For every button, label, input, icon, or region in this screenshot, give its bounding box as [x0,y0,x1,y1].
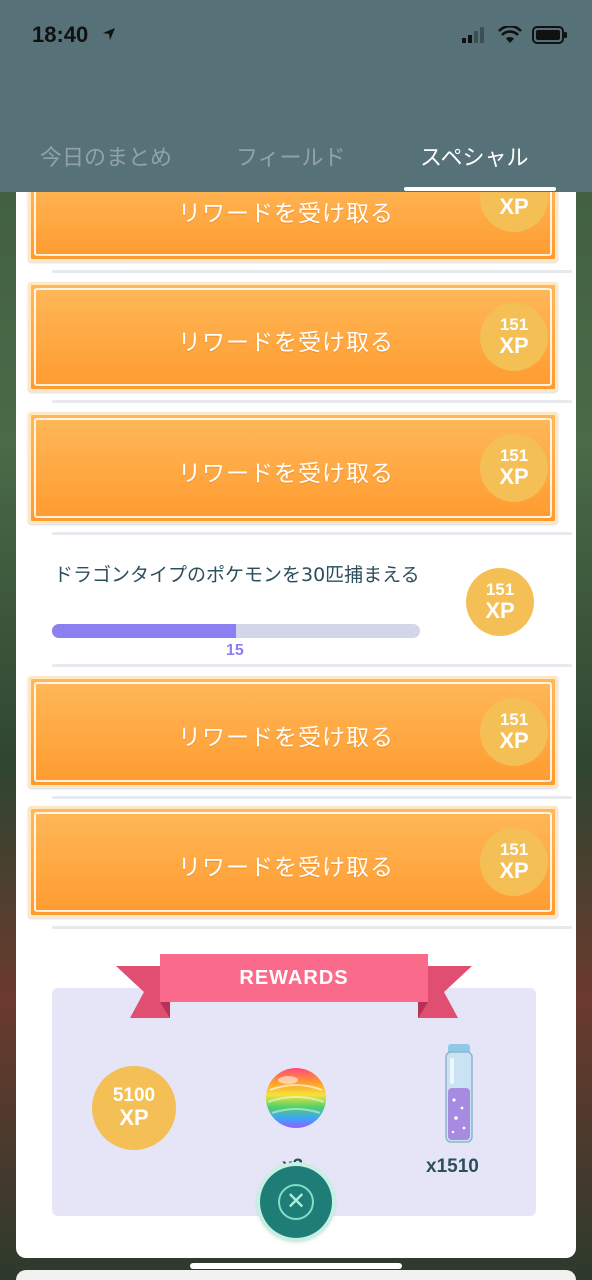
task-progress-fill [52,624,236,638]
xp-badge: 151 XP [480,434,548,502]
divider [52,270,572,273]
claim-reward-label: リワードを受け取る [178,725,394,751]
header [0,72,592,192]
stardust-bottle-icon [445,1044,473,1143]
active-tab-indicator [404,187,556,191]
tab-special[interactable]: スペシャル [420,140,528,172]
claim-reward-button[interactable]: リワードを受け取る 151 XP [28,282,558,392]
divider [52,400,572,403]
task-progress-bar [52,624,420,638]
tab-field[interactable]: フィールド [236,140,346,172]
rainbow-orb-icon [266,1068,326,1128]
close-button[interactable]: ✕ [260,1166,332,1238]
rewards-ribbon: REWARDS [116,952,472,1022]
quest-panel[interactable]: リワードを受け取る 151 XP リワードを受け取る 151 XP リワードを受… [16,192,576,1258]
claim-reward-button[interactable]: リワードを受け取る 151 XP [28,412,558,524]
divider [52,796,572,799]
home-indicator [190,1263,402,1269]
task-progress-value: 15 [226,642,244,659]
claim-reward-button[interactable]: リワードを受け取る 151 XP [28,192,558,262]
task-xp-badge: 151 XP [466,568,534,636]
claim-reward-button[interactable]: リワードを受け取る 151 XP [28,676,558,788]
close-icon: ✕ [278,1184,314,1220]
task-description: ドラゴンタイプのポケモンを30匹捕まえる [54,564,420,586]
location-arrow-icon [103,28,115,40]
divider [52,664,572,667]
rewards-title: REWARDS [160,954,428,1002]
claim-reward-label: リワードを受け取る [178,330,394,356]
signal-icon [462,27,484,43]
next-panel-edge [16,1270,576,1280]
stardust-quantity: x1510 [426,1156,479,1177]
xp-badge: 151 XP [480,303,548,371]
claim-reward-label: リワードを受け取る [178,855,394,881]
reward-xp-badge: 5100 XP [92,1066,176,1150]
wifi-icon [498,26,522,43]
xp-badge: 151 XP [480,828,548,896]
claim-reward-label: リワードを受け取る [178,461,394,487]
xp-badge: 151 XP [480,698,548,766]
xp-badge: 151 XP [480,192,548,232]
claim-reward-button[interactable]: リワードを受け取る 151 XP [28,806,558,918]
divider [52,532,572,535]
battery-icon [532,26,567,44]
status-bar: 18:40 [0,0,592,72]
status-time: 18:40 [32,22,89,47]
tab-today-summary[interactable]: 今日のまとめ [40,140,172,172]
claim-reward-label: リワードを受け取る [178,201,394,227]
divider [52,926,572,929]
status-icons [462,26,568,44]
